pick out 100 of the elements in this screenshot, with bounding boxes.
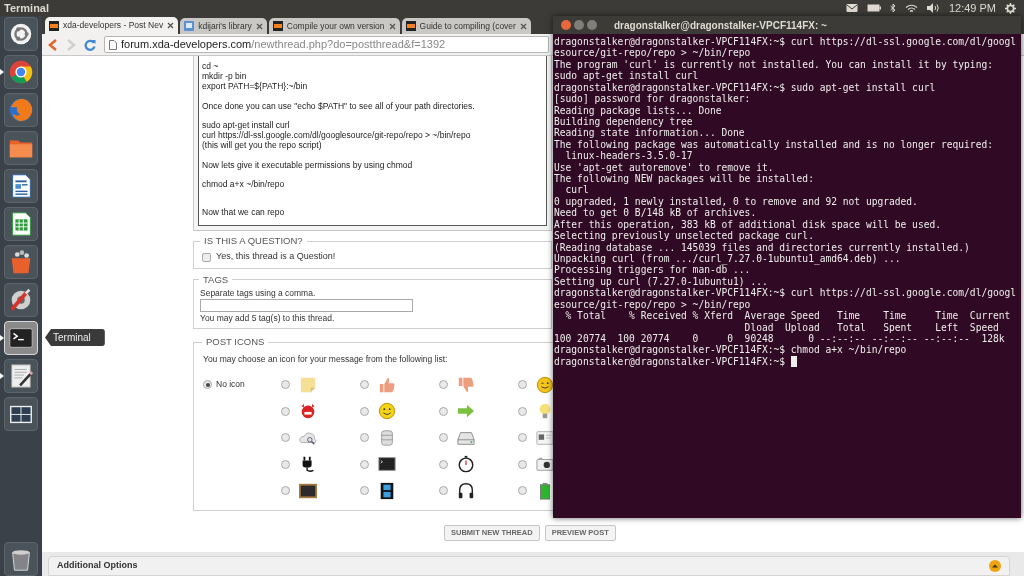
- radio-button[interactable]: [360, 433, 369, 442]
- launcher-button[interactable]: [4, 207, 38, 241]
- radio-button[interactable]: [360, 459, 369, 469]
- bluetooth-icon[interactable]: [889, 3, 896, 13]
- address-bar[interactable]: forum.xda-developers.com/newthread.php?do=postthread&f=1392: [104, 36, 549, 53]
- additional-options-bar[interactable]: Additional Options: [48, 556, 1010, 576]
- radio-button[interactable]: [281, 380, 290, 389]
- close-icon[interactable]: [388, 22, 396, 30]
- wifi-icon[interactable]: [904, 3, 918, 13]
- close-button[interactable]: [561, 20, 571, 30]
- radio-button[interactable]: [439, 380, 448, 389]
- launcher-button[interactable]: [4, 542, 38, 576]
- launcher-button[interactable]: [4, 359, 38, 393]
- text-line: chmod a+x ~/bin/repo: [202, 179, 285, 189]
- section-title: Additional Options: [57, 559, 138, 573]
- radio-button[interactable]: [518, 406, 527, 416]
- terminal-line: The following NEW packages will be installed:: [554, 173, 814, 185]
- radio-button[interactable]: [281, 459, 290, 469]
- window-title: dragonstalker@dragonstalker-VPCF114FX: ~: [614, 18, 827, 33]
- launcher-button[interactable]: [4, 169, 38, 203]
- terminal-line: (Reading database ... 145039 files and directories currently installed.): [554, 241, 970, 254]
- terminal-line: sudo apt-get install curl: [554, 70, 699, 82]
- checkbox[interactable]: [202, 252, 211, 262]
- message-editor[interactable]: [198, 56, 547, 226]
- terminal-line: dragonstalker@dragonstalker-VPCF114FX:~$ sudo apt-get install curl: [554, 81, 936, 94]
- hint-text: Separate tags using a comma.: [200, 287, 317, 299]
- text-line: (this will get you the repo script): [202, 140, 322, 150]
- launcher-button[interactable]: [4, 283, 38, 317]
- terminal-line: Need to get 0 B/148 kB of archives.: [554, 207, 757, 219]
- radio-button[interactable]: [439, 459, 448, 469]
- tab-title: Compile your own version: [286, 21, 385, 31]
- browser-tab[interactable]: kdijari's library: [180, 18, 267, 34]
- close-icon[interactable]: [255, 22, 263, 30]
- close-icon[interactable]: [167, 22, 175, 29]
- text-line: Now lets give it executable permissions by using chmod: [202, 159, 413, 170]
- headphones-icon: [457, 481, 475, 500]
- wink-face-icon: [536, 375, 554, 394]
- favicon-icon: [184, 21, 195, 31]
- radio-button[interactable]: [439, 406, 448, 416]
- envelope-icon[interactable]: [845, 3, 858, 13]
- launcher-button[interactable]: [4, 397, 38, 431]
- hint-text: You may add 5 tag(s) to this thread.: [200, 312, 336, 325]
- database-icon: [378, 428, 396, 447]
- radio-button[interactable]: [281, 433, 290, 442]
- minimize-button[interactable]: [574, 20, 584, 30]
- section-title: POST ICONS: [205, 335, 266, 349]
- favicon-icon: [405, 21, 416, 31]
- back-icon[interactable]: [48, 38, 58, 51]
- launcher-button[interactable]: [4, 55, 38, 89]
- terminal-line: dragonstalker@dragonstalker-VPCF114FX:~$ chmod a+x ~/bin/repo: [554, 344, 907, 356]
- radio-button[interactable]: [439, 433, 448, 442]
- volume-icon[interactable]: [926, 3, 940, 13]
- terminal-line: linux-headers-3.5.0-17: [564, 150, 693, 162]
- terminal-line: Unpacking curl (from .../curl_7.27.0-1ubuntu1_amd64.deb) ...: [554, 253, 901, 265]
- terminal-line: curl: [564, 184, 589, 196]
- thumbs-up-icon: [378, 375, 396, 394]
- radio-button[interactable]: [360, 406, 369, 416]
- terminal-line: dragonstalker@dragonstalker-VPCF114FX:~$ curl https://dl-ssl.google.com/dl/googl: [554, 287, 1017, 299]
- tooltip: Terminal: [45, 329, 105, 346]
- close-icon[interactable]: [519, 22, 527, 30]
- radio-button[interactable]: [518, 486, 527, 495]
- tab-title: xda-developers - Post Nev: [63, 21, 164, 30]
- battery-icon[interactable]: [866, 4, 881, 12]
- browser-tab[interactable]: Compile your own version: [268, 18, 400, 34]
- globe-icon: [7, 96, 35, 124]
- terminal-line: esource/git-repo/repo > ~/bin/repo: [554, 298, 751, 311]
- reload-icon[interactable]: [84, 38, 96, 51]
- maximize-button[interactable]: [587, 20, 597, 30]
- launcher-button[interactable]: [4, 17, 38, 51]
- text-line: cd ~: [202, 61, 219, 71]
- tab-title: kdijari's library: [198, 21, 252, 31]
- terminal-line: After this operation, 383 kB of additional disk space will be used.: [554, 218, 941, 231]
- section-title: IS THIS A QUESTION?: [203, 234, 304, 248]
- terminal-line: esource/git-repo/repo > ~/bin/repo: [554, 47, 751, 59]
- smiley-icon: [378, 402, 396, 420]
- radio-button[interactable]: [360, 380, 369, 389]
- radio-button[interactable]: [518, 433, 527, 442]
- terminal-line: Building dependency tree: [554, 115, 693, 128]
- collapse-icon[interactable]: [989, 560, 1001, 572]
- radio-button[interactable]: [203, 380, 212, 389]
- terminal-line: Setting up curl (7.27.0-1ubuntu1) ...: [554, 275, 768, 288]
- radio-button[interactable]: [518, 380, 527, 389]
- clock[interactable]: 12:49 PM: [948, 2, 996, 14]
- browser-tab[interactable]: Guide to compiling (cover: [401, 18, 531, 34]
- radio-button[interactable]: [439, 486, 448, 495]
- devil-face-icon: [299, 402, 317, 420]
- terminal-line: [sudo] password for dragonstalker:: [554, 93, 751, 105]
- thumbs-down-icon: [457, 375, 475, 394]
- radio-button[interactable]: [281, 406, 290, 416]
- browser-tab[interactable]: xda-developers - Post Nev: [45, 17, 179, 34]
- chalkboard-icon: [299, 481, 317, 500]
- radio-button[interactable]: [360, 486, 369, 495]
- terminal-line: Dload Upload Total Spent Left Speed: [743, 321, 999, 333]
- gear-icon[interactable]: [1005, 2, 1016, 14]
- radio-button[interactable]: [518, 459, 527, 469]
- radio-button[interactable]: [281, 486, 290, 495]
- terminal-line: dragonstalker@dragonstalker-VPCF114FX:~$ curl https://dl-ssl.google.com/dl/googl: [554, 36, 1017, 48]
- checkbox-label: Yes, this thread is a Question!: [216, 250, 336, 264]
- tags-input[interactable]: [200, 299, 413, 312]
- terminal-line: The following package was automatically installed and is no longer required:: [554, 138, 993, 151]
